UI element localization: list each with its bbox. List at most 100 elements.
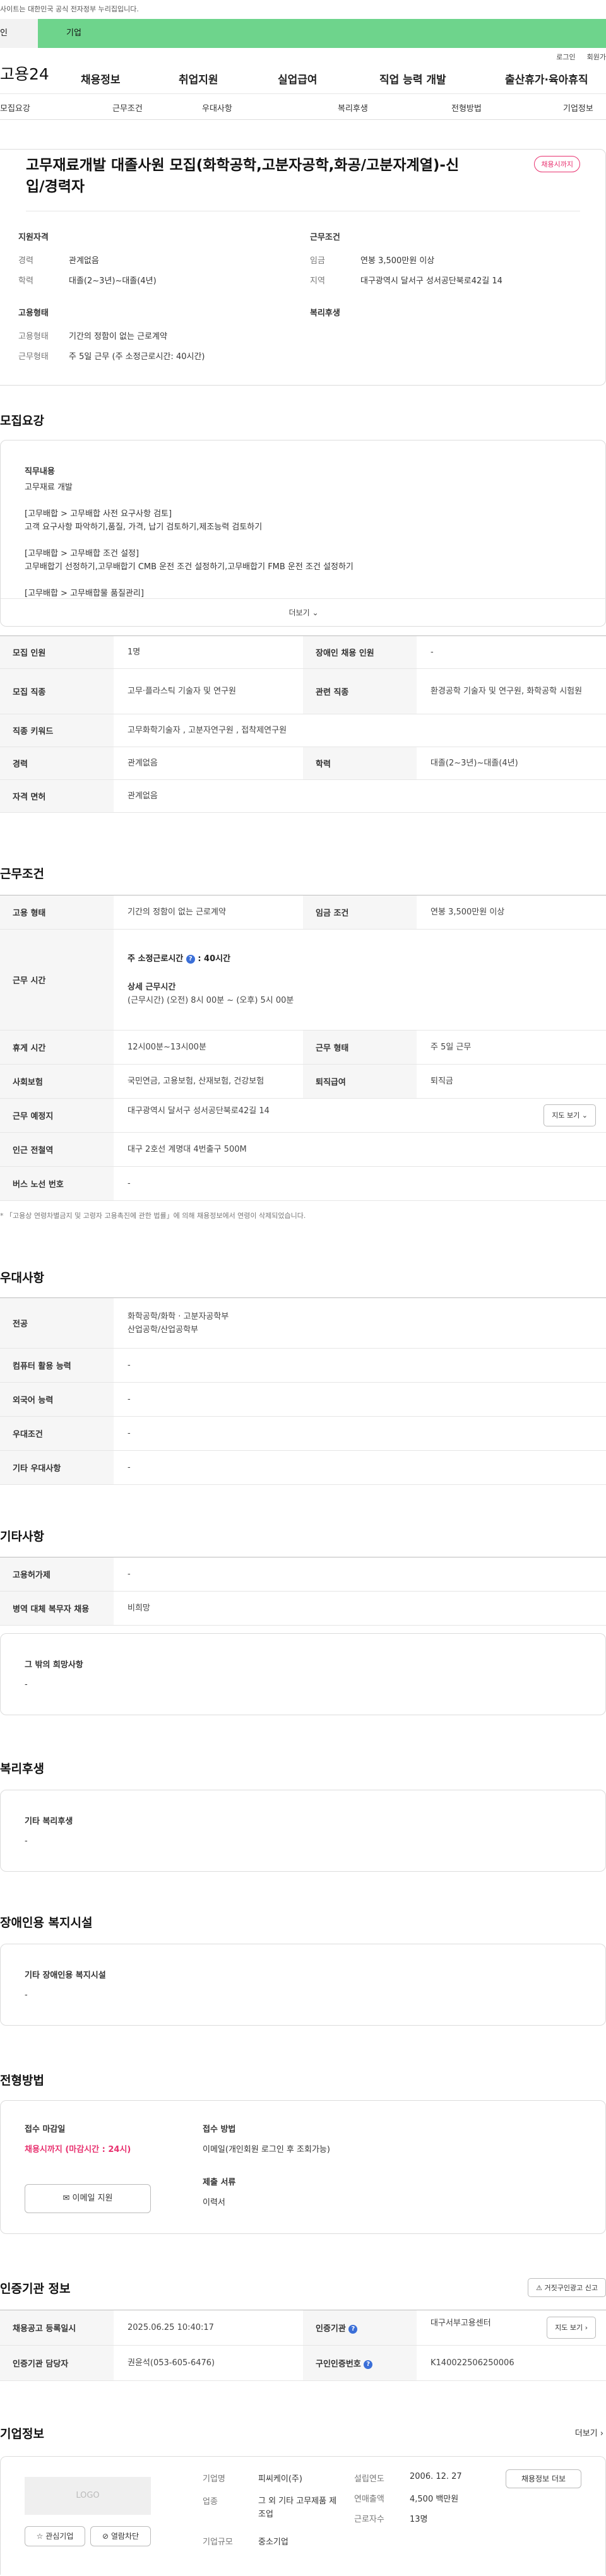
cert-section-title: 인증기관 정보 [0,2282,71,2296]
other-wishes-value: - [25,1680,28,1689]
nav-item-jobs[interactable]: 채용정보 [81,71,121,86]
siren-icon: ⚠ [536,2284,543,2292]
cell-label: 경력 [0,747,114,780]
table-row: 외국어 능력 - [0,1382,606,1417]
deadline-heading: 접수 마감일 [25,2125,66,2134]
established-label: 설립연도 [354,2474,384,2484]
duty-more-button[interactable]: 더보기 ⌄ [1,598,606,626]
cell-value: 권윤석(053-605-6476) [128,2358,215,2368]
join-link[interactable]: 회원가 [587,52,606,62]
company-more-link[interactable]: 더보기 › [575,2426,603,2438]
site-logo[interactable]: 고용24 [0,62,49,85]
nav-item-parental-leave[interactable]: 출산휴가·육아휴직 [505,71,588,86]
other-wishes-heading: 그 밖의 희망사항 [25,1660,83,1670]
employment-heading: 고용형태 [18,309,49,318]
cell-label: 고용 형태 [0,895,114,930]
chevron-right-icon: › [600,2429,603,2438]
work-hours-cell: 주 소정근로시간 ? : 40시간 상세 근무시간 (근무시간) (오전) 8시… [114,930,606,1031]
login-link[interactable]: 로그인 [556,52,575,62]
cell-value: 1명 [128,647,141,657]
map-button[interactable]: 지도 보기 › [547,2317,596,2339]
industry-label: 업종 [203,2497,218,2507]
info-icon[interactable]: ? [186,954,195,964]
table-row: 모집 직종 고무·플라스틱 기술자 및 연구원 관련 직종 환경공학 기술자 및… [0,668,606,714]
nav-item-unemployment[interactable]: 실업급여 [278,71,318,86]
cell-value: - [128,1179,131,1188]
selection-card: 접수 마감일 채용시까지 (마감시간 : 24시) ✉ 이메일 지원 접수 방법… [0,2100,606,2234]
cert-table: 채용공고 등록일시 2025.06.25 10:40:17 인증기관 ? 대구서… [0,2310,606,2381]
map-button[interactable]: 지도 보기 ⌄ [544,1104,596,1126]
work-table: 고용 형태 기간의 정함이 없는 근로계약 임금 조건 연봉 3,500만원 이… [0,895,606,1201]
established-value: 2006. 12. 27 [410,2472,462,2481]
cell-label: 임금 조건 [303,895,417,930]
table-row: 휴게 시간 12시00분~13시00분 근무 형태 주 5일 근무 [0,1030,606,1065]
table-row: 근무 시간 주 소정근로시간 ? : 40시간 상세 근무시간 (근무시간) (… [0,929,606,1031]
favorite-company-button[interactable]: ☆ 관심기업 [25,2526,85,2546]
career-value: 관계없음 [69,256,99,266]
anchor-selection[interactable]: 전형방법 [451,102,482,114]
job-summary-card: 고무재료개발 대졸사원 모집(화학공학,고분자공학,화공/고분자계열)-신입/경… [0,149,606,386]
cell-label: 고용허가제 [0,1557,114,1592]
cell-label: 퇴직급여 [303,1064,417,1099]
anchor-recruit[interactable]: 모집요강 [0,102,30,114]
company-size-label: 기업규모 [203,2538,233,2547]
cell-label: 학력 [303,747,417,780]
company-jobs-button[interactable]: 채용정보 더보 [506,2469,581,2488]
table-row: 직종 키워드 고무화학기술자 , 고분자연구원 , 접착제연구원 [0,714,606,747]
duty-heading: 직무내용 [25,467,55,476]
table-row: 근무 예정지 대구광역시 달서구 성서공단북로42길 14 지도 보기 ⌄ [0,1098,606,1133]
hours-detail-heading: 상세 근무시간 [128,983,176,992]
career-label: 경력 [18,256,33,266]
job-title: 고무재료개발 대졸사원 모집(화학공학,고분자공학,화공/고분자계열)-신입/경… [26,157,460,195]
cell-label: 근무 시간 [0,929,114,1031]
wage-label: 임금 [310,256,325,266]
cell-label: 인근 전철역 [0,1132,114,1167]
table-row: 경력 관계없음 학력 대졸(2~3년)~대졸(4년) [0,747,606,780]
method-heading: 접수 방법 [203,2125,236,2134]
selection-section-title: 전형방법 [0,2074,44,2088]
cell-label: 근무 형태 [303,1030,417,1065]
info-icon[interactable]: ? [348,2324,358,2334]
report-fake-ad-button[interactable]: ⚠ 거짓구인광고 신고 [528,2278,606,2297]
tab-personal[interactable]: 인 [0,19,38,48]
work-type-label: 근무형태 [18,352,49,362]
cell-label: 채용공고 등록일시 [0,2310,114,2346]
welfare-heading: 복리후생 [310,309,340,318]
cell-label: 휴게 시간 [0,1030,114,1065]
block-company-button[interactable]: ⊘ 열람차단 [90,2526,151,2546]
employees-value: 13명 [410,2515,428,2524]
anchor-company[interactable]: 기업정보 [563,102,593,114]
header: 로그인 회원가 고용24 채용정보 취업지원 실업급여 직업 능력 개발 출산휴… [0,48,606,93]
cell-value: 환경공학 기술자 및 연구원, 화학공학 시험원 [431,687,583,696]
email-apply-button[interactable]: ✉ 이메일 지원 [25,2184,151,2213]
tab-company[interactable]: 기업 [38,19,606,48]
cell-value: 대졸(2~3년)~대졸(4년) [431,759,518,768]
anchor-prefer[interactable]: 우대사항 [202,102,232,114]
method-value: 이메일(개인회원 로그인 후 조회가능) [203,2145,330,2154]
cell-label: 외국어 능력 [0,1382,114,1417]
company-size-value: 중소기업 [258,2538,288,2547]
disabled-section-title: 장애인용 복지시설 [0,1916,93,1930]
cell-label: 자격 면허 [0,779,114,813]
nav-item-employment-support[interactable]: 취업지원 [179,71,218,86]
info-icon[interactable]: ? [364,2360,373,2369]
block-label: 열람차단 [110,2532,140,2541]
section-anchor-nav: 모집요강 근무조건 우대사항 복리후생 전형방법 기업정보 [0,93,606,120]
anchor-work[interactable]: 근무조건 [112,102,143,114]
cell-value: - [431,647,434,657]
gov-notice: 사이트는 대한민국 공식 전자정부 누리집입니다. [0,0,606,19]
region-label: 지역 [310,276,325,286]
hours-detail-value: (근무시간) (오전) 8시 00분 ~ (오후) 5시 00분 [128,996,294,1005]
agency-label: 인증기관 [316,2324,346,2334]
education-value: 대졸(2~3년)~대졸(4년) [69,276,157,286]
report-label: 거짓구인광고 신고 [544,2284,598,2292]
deadline-value: 채용시까지 (마감시간 : 24시) [25,2145,131,2154]
table-row: 기타 우대사항 - [0,1450,606,1485]
member-tabs: 인 기업 [0,19,606,48]
prefer-table: 전공 화학공학/화학 · 고분자공학부 산업공학/산업공학부 컴퓨터 활용 능력… [0,1297,606,1485]
cell-label: 버스 노선 번호 [0,1166,114,1201]
cell-label: 구인인증번호 ? [303,2345,417,2381]
table-row: 버스 노선 번호 - [0,1166,606,1201]
anchor-welfare[interactable]: 복리후생 [338,102,368,114]
nav-item-training[interactable]: 직업 능력 개발 [379,71,446,86]
